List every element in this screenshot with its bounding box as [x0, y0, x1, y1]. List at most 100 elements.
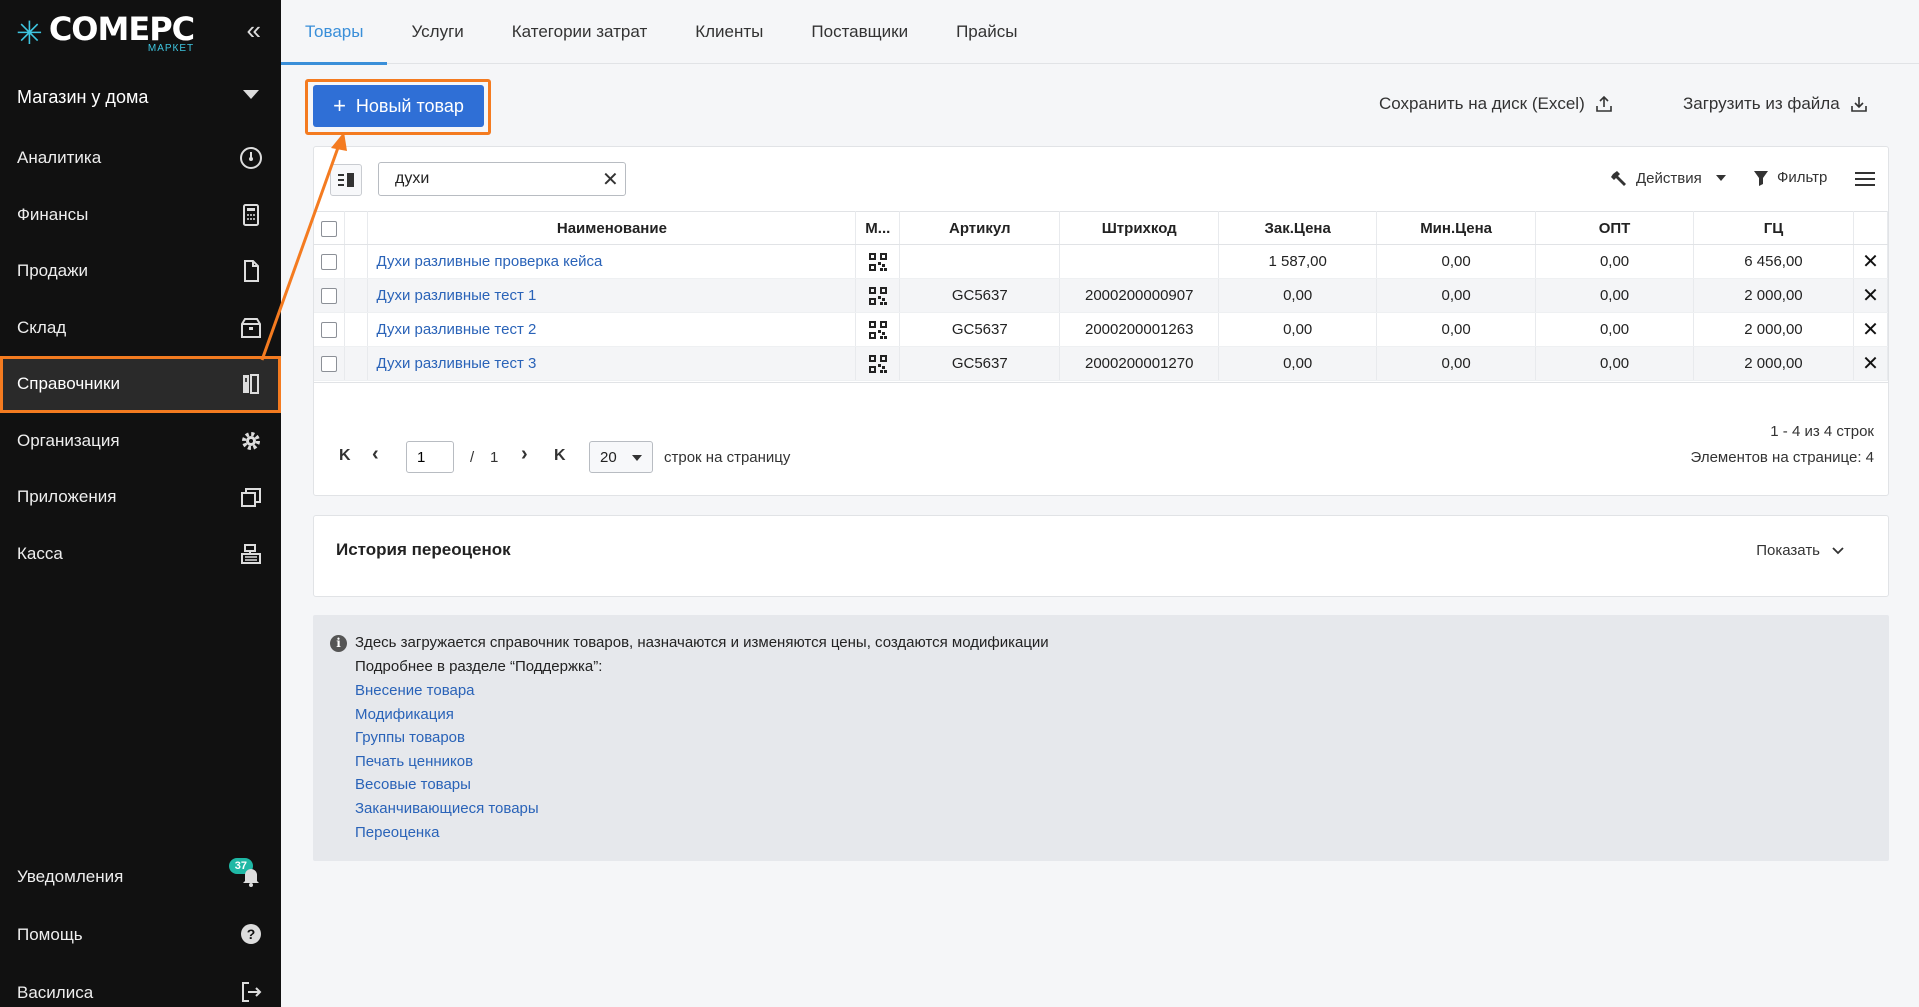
col-header-article[interactable]: Артикул: [899, 211, 1061, 245]
help-link-repricing[interactable]: Переоценка: [355, 824, 439, 841]
sidebar-item-label: Финансы: [17, 204, 89, 224]
sidebar-item-label: Уведомления: [17, 867, 124, 886]
sidebar-item-cashbox[interactable]: Касса: [0, 526, 281, 583]
row-checkbox[interactable]: [321, 322, 338, 339]
actions-label: Действия: [1636, 169, 1702, 187]
sidebar-item-organization[interactable]: Организация: [0, 413, 281, 470]
svg-text:?: ?: [247, 926, 256, 942]
help-link-add-product[interactable]: Внесение товара: [355, 682, 475, 699]
mark-cell: [855, 346, 901, 381]
sidebar-item-label: Справочники: [17, 374, 120, 394]
col-header-gc[interactable]: ГЦ: [1693, 211, 1854, 245]
sidebar-item-sales[interactable]: Продажи: [0, 243, 281, 300]
row-checkbox[interactable]: [321, 356, 338, 373]
product-link[interactable]: Духи разливные тест 2: [376, 321, 536, 338]
qr-code-icon[interactable]: [868, 354, 887, 373]
logo[interactable]: ✳ COMEPC МАРКЕТ: [16, 8, 195, 58]
col-header-buy-price[interactable]: Зак.Цена: [1218, 211, 1378, 245]
gear-icon: [242, 431, 260, 450]
collapse-sidebar-icon[interactable]: «: [247, 17, 261, 43]
product-link[interactable]: Духи разливные тест 1: [376, 287, 536, 304]
product-link[interactable]: Духи разливные тест 3: [376, 355, 536, 372]
sidebar-item-finance[interactable]: Финансы: [0, 187, 281, 244]
qr-code-icon[interactable]: [868, 286, 887, 305]
sidebar-item-help[interactable]: Помощь ?: [0, 906, 281, 964]
table-header: Наименование М... Артикул Штрихкод Зак.Ц…: [314, 211, 1889, 245]
sidebar-item-applications[interactable]: Приложения: [0, 469, 281, 526]
new-product-button[interactable]: + Новый товар: [313, 85, 484, 127]
search-input[interactable]: [395, 170, 602, 188]
row-select-cell: [314, 244, 346, 279]
prev-page-button[interactable]: ‹: [372, 443, 379, 466]
last-page-button[interactable]: K: [554, 447, 566, 465]
sidebar-item-directories[interactable]: Справочники: [0, 356, 281, 413]
download-icon: [1850, 97, 1867, 112]
sidebar-item-user[interactable]: Василиса: [0, 964, 281, 1007]
help-link-modification[interactable]: Модификация: [355, 706, 454, 723]
filter-button[interactable]: Фильтр: [1753, 169, 1827, 186]
search-box: ✕: [378, 162, 626, 196]
tab-suppliers[interactable]: Поставщики: [787, 0, 932, 64]
name-cell: Духи разливные тест 2: [367, 312, 857, 347]
load-from-file-button[interactable]: Загрузить из файла: [1683, 94, 1868, 114]
hamburger-menu-icon[interactable]: [1855, 171, 1875, 187]
article-cell: GC5637: [899, 312, 1061, 347]
save-to-disk-button[interactable]: Сохранить на диск (Excel): [1379, 94, 1613, 114]
table-row[interactable]: Духи разливные тест 2 GC5637 20002000012…: [314, 312, 1889, 347]
help-link-price-tags[interactable]: Печать ценников: [355, 753, 473, 770]
table-row[interactable]: Духи разливные тест 1 GC5637 20002000009…: [314, 278, 1889, 313]
tab-clients[interactable]: Клиенты: [671, 0, 787, 64]
page-size-label: строк на страницу: [664, 449, 791, 466]
min-price-cell: 0,00: [1376, 312, 1537, 347]
col-header-min-price[interactable]: Мин.Цена: [1376, 211, 1537, 245]
logout-icon: [242, 982, 262, 1002]
col-header-mark[interactable]: М...: [855, 211, 901, 245]
mark-cell: [855, 278, 901, 313]
store-selector[interactable]: Магазин у дома: [0, 76, 281, 118]
help-link-ending-goods[interactable]: Заканчивающиеся товары: [355, 800, 539, 817]
page-size-select[interactable]: 20: [589, 441, 653, 473]
clear-search-icon[interactable]: ✕: [602, 167, 619, 192]
sidebar-item-analytics[interactable]: Аналитика: [0, 130, 281, 187]
next-page-button[interactable]: ›: [521, 443, 528, 466]
select-all-checkbox[interactable]: [321, 220, 338, 237]
page-number-input[interactable]: [406, 441, 454, 473]
sidebar-item-notifications[interactable]: Уведомления 37: [0, 848, 281, 906]
top-tabs: Товары Услуги Категории затрат Клиенты П…: [281, 0, 1919, 65]
tab-expense-categories[interactable]: Категории затрат: [488, 0, 671, 64]
delete-row-icon[interactable]: ✕: [1862, 251, 1879, 273]
box-icon: [241, 317, 261, 338]
show-history-button[interactable]: Показать: [1756, 542, 1844, 559]
delete-row-icon[interactable]: ✕: [1862, 319, 1879, 341]
speedometer-icon: [240, 147, 262, 169]
windows-icon: [241, 488, 261, 507]
delete-row-icon[interactable]: ✕: [1862, 285, 1879, 307]
qr-code-icon[interactable]: [868, 252, 887, 271]
grid-footer-divider: [314, 382, 1888, 383]
col-header-name[interactable]: Наименование: [367, 211, 857, 245]
barcode-cell: [1059, 244, 1220, 279]
help-link-weight-goods[interactable]: Весовые товары: [355, 776, 471, 793]
row-select-cell: [314, 312, 346, 347]
sidebar-item-label: Склад: [17, 317, 67, 337]
tab-services[interactable]: Услуги: [387, 0, 487, 64]
row-checkbox[interactable]: [321, 254, 338, 271]
table-row[interactable]: Духи разливные тест 3 GC5637 20002000012…: [314, 346, 1889, 381]
tab-goods[interactable]: Товары: [281, 0, 388, 65]
first-page-button[interactable]: K: [339, 447, 351, 465]
row-checkbox[interactable]: [321, 288, 338, 305]
price-history-panel: История переоценок Показать: [313, 515, 1889, 597]
actions-menu[interactable]: Действия: [1610, 169, 1726, 187]
columns-toggle-button[interactable]: [330, 164, 362, 196]
col-header-opt[interactable]: ОПТ: [1535, 211, 1694, 245]
sidebar-item-warehouse[interactable]: Склад: [0, 300, 281, 357]
help-link-product-groups[interactable]: Группы товаров: [355, 729, 465, 746]
delete-row-icon[interactable]: ✕: [1862, 353, 1879, 375]
qr-code-icon[interactable]: [868, 320, 887, 339]
product-link[interactable]: Духи разливные проверка кейса: [376, 253, 602, 270]
opt-cell: 0,00: [1535, 278, 1694, 313]
table-row[interactable]: Духи разливные проверка кейса 1 587,00 0…: [314, 244, 1889, 279]
name-cell: Духи разливные тест 1: [367, 278, 857, 313]
col-header-barcode[interactable]: Штрихкод: [1059, 211, 1220, 245]
tab-price-lists[interactable]: Прайсы: [932, 0, 1041, 64]
